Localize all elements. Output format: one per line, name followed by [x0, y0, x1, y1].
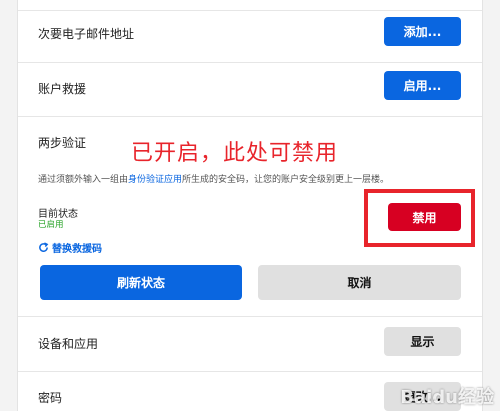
two-step-label: 两步验证 [38, 136, 87, 150]
annotation-highlight-box [364, 189, 475, 247]
description-text: 所生成的安全码，让您的账户安全级别更上一层楼。 [182, 175, 390, 185]
annotation-text: 已开启，此处可禁用 [131, 141, 339, 166]
change-recovery-codes-label: 替换救援码 [52, 244, 102, 255]
add-secondary-email-button[interactable]: 添加... [384, 17, 461, 46]
status-value: 已启用 [38, 220, 64, 230]
enable-account-recovery-button[interactable]: 启用... [384, 71, 461, 100]
description-text: 通过须额外输入一组由 [38, 175, 129, 185]
refresh-icon [39, 242, 49, 252]
divider [18, 116, 482, 117]
watermark-logo: Baidu经验 [400, 387, 494, 408]
show-devices-button[interactable]: 显示 [384, 327, 461, 356]
divider [18, 10, 482, 11]
account-recovery-label: 账户救援 [38, 82, 87, 96]
two-step-description: 通过须额外输入一组由身份验证应用所生成的安全码，让您的账户安全级别更上一层楼。 [38, 172, 389, 185]
auth-app-link[interactable]: 身份验证应用 [128, 175, 182, 185]
divider [18, 62, 482, 63]
divider [18, 316, 482, 317]
secondary-email-label: 次要电子邮件地址 [38, 27, 135, 41]
cancel-button[interactable]: 取消 [258, 265, 461, 300]
refresh-status-button[interactable]: 刷新状态 [40, 265, 242, 300]
divider [18, 371, 482, 372]
password-label: 密码 [38, 391, 63, 405]
change-recovery-codes-link[interactable]: 替换救援码 [38, 240, 102, 255]
devices-label: 设备和应用 [38, 337, 99, 351]
